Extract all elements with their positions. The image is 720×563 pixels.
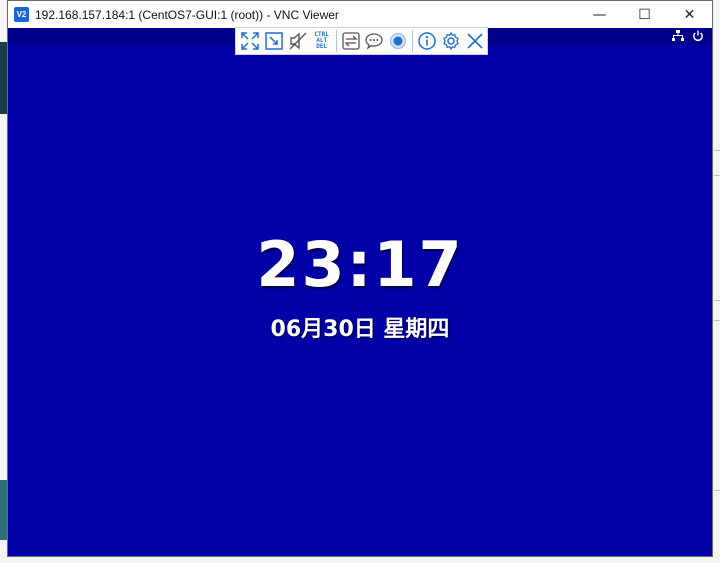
maximize-button[interactable]: ☐ [622, 1, 667, 28]
transfer-files-icon [341, 32, 360, 50]
close-icon: ✕ [683, 6, 696, 23]
background-divider [714, 150, 720, 151]
lock-screen-date: 06月30日 星期四 [270, 317, 450, 342]
close-icon [467, 33, 483, 49]
mute-audio-icon [289, 32, 307, 50]
toolbar-separator [412, 30, 414, 52]
mute-audio-button[interactable] [286, 29, 310, 53]
chat-icon [365, 33, 384, 50]
fullscreen-button[interactable] [238, 29, 262, 53]
settings-icon [443, 31, 459, 51]
minimize-icon: — [592, 6, 607, 23]
vnc-app-icon: V2 [14, 7, 29, 22]
vnc-toolbar: CTRL ALT DEL [235, 27, 488, 55]
close-window-button[interactable]: ✕ [667, 1, 712, 28]
minimize-button[interactable]: — [577, 1, 622, 28]
ctrl-alt-del-button[interactable]: CTRL ALT DEL [310, 29, 334, 53]
lock-screen-clock: 23:17 [256, 228, 464, 301]
network-icon[interactable] [672, 30, 684, 45]
transfer-files-button[interactable] [339, 29, 363, 53]
record-icon [390, 33, 407, 49]
ctrl-alt-del-icon: CTRL ALT DEL [314, 32, 328, 50]
scale-button[interactable] [262, 29, 286, 53]
background-divider [714, 300, 720, 301]
background-divider [714, 175, 720, 176]
background-divider [714, 320, 720, 321]
scale-icon [265, 32, 283, 50]
background-divider [714, 490, 720, 491]
window-title: 192.168.157.184:1 (CentOS7-GUI:1 (root))… [35, 7, 339, 22]
remote-status-icons [672, 30, 704, 45]
fullscreen-icon [241, 32, 259, 50]
disconnect-button[interactable] [463, 29, 487, 53]
cad-label-del: DEL [316, 43, 328, 50]
toolbar-separator [335, 30, 337, 52]
background-desktop-bottom [0, 556, 720, 563]
settings-button[interactable] [439, 29, 463, 53]
remote-desktop-screen[interactable]: CTRL ALT DEL 23:17 06月30日 星期四 [8, 27, 712, 556]
background-desktop-right [712, 0, 720, 563]
chat-button[interactable] [362, 29, 386, 53]
info-button[interactable] [415, 29, 439, 53]
window-controls: — ☐ ✕ [577, 1, 712, 28]
record-button[interactable] [386, 29, 410, 53]
vnc-viewer-window: V2 192.168.157.184:1 (CentOS7-GUI:1 (roo… [7, 0, 713, 557]
maximize-icon: ☐ [638, 6, 651, 23]
info-icon [418, 32, 436, 50]
power-icon[interactable] [692, 30, 704, 45]
title-bar[interactable]: V2 192.168.157.184:1 (CentOS7-GUI:1 (roo… [8, 1, 712, 28]
